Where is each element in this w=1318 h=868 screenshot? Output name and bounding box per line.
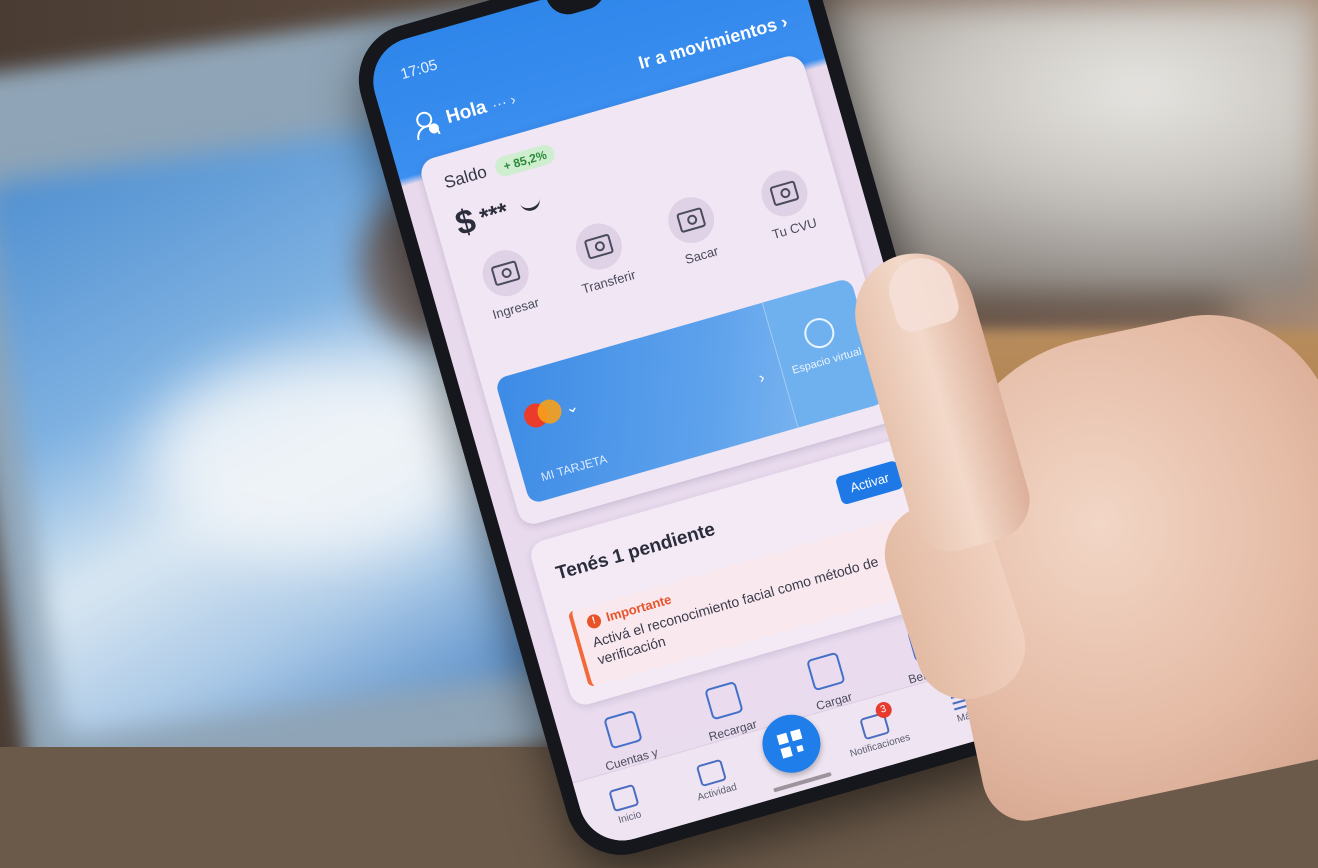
id-card-icon (755, 164, 813, 222)
status-time: 17:05 (398, 55, 440, 83)
withdraw-icon (663, 191, 720, 249)
gesture-bar[interactable] (773, 772, 832, 793)
warning-icon: ! (585, 612, 603, 630)
deposit-icon (477, 244, 535, 302)
action-label: Ingresar (490, 294, 541, 323)
profile-icon[interactable] (409, 109, 441, 141)
hide-balance-icon[interactable] (519, 195, 542, 214)
action-label: Transferir (580, 266, 638, 297)
laptop-screen-highlight (150, 360, 480, 560)
phone-icon (704, 680, 745, 721)
receipt-icon (603, 709, 643, 750)
bus-icon (805, 651, 846, 692)
greeting: Hola (443, 96, 490, 129)
balance-mask: *** (476, 197, 512, 232)
qr-code-icon (776, 728, 807, 759)
action-transferir[interactable]: Transferir (554, 214, 658, 332)
transfer-icon (570, 218, 628, 276)
balance-amount: $ *** (451, 183, 545, 244)
action-label: Tu CVU (770, 214, 819, 242)
chevron-down-icon: ⌄ (563, 397, 581, 418)
action-ingresar[interactable]: Ingresar (461, 240, 565, 358)
action-sacar[interactable]: Sacar (647, 187, 751, 305)
saldo-row: Saldo + 85,2% (441, 142, 557, 194)
currency-symbol: $ (451, 201, 480, 244)
holding-hand (840, 239, 1318, 829)
nav-activity[interactable]: Actividad (675, 752, 752, 807)
saldo-label: Saldo (441, 162, 489, 193)
greeting-suffix: ··· › (489, 90, 518, 114)
action-tu-cvu[interactable]: Tu CVU (740, 160, 844, 278)
home-icon (608, 783, 640, 812)
chevron-right-icon: › (756, 369, 767, 388)
action-label: Sacar (683, 243, 720, 267)
activity-icon (695, 758, 727, 787)
virtual-space-label: Espacio virtual (790, 345, 863, 377)
nav-home[interactable]: Inicio (587, 777, 664, 832)
rate-badge: + 85,2% (493, 142, 557, 179)
promo-footer: MI TARJETA (539, 451, 609, 485)
nav-label: Inicio (617, 808, 643, 826)
wallet-icon (800, 314, 838, 352)
mastercard-logo-icon (521, 396, 566, 431)
